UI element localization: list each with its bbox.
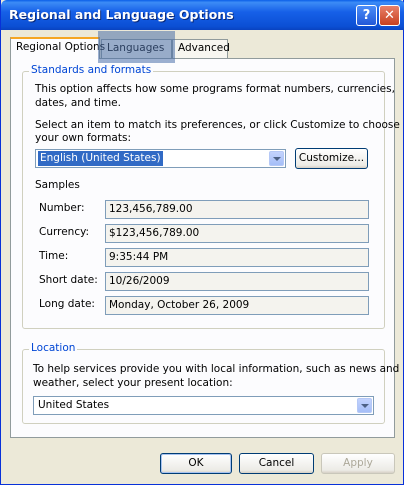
location-select-value: United States xyxy=(38,399,110,411)
tab-regional-options[interactable]: Regional Options xyxy=(10,37,105,59)
sample-label-long-date: Long date: xyxy=(39,298,95,310)
ok-button[interactable]: OK xyxy=(160,453,232,474)
cancel-button[interactable]: Cancel xyxy=(239,453,314,474)
chevron-down-icon[interactable] xyxy=(357,398,372,413)
chevron-down-icon[interactable] xyxy=(269,151,284,166)
samples-heading: Samples xyxy=(35,179,80,191)
tab-languages[interactable]: Languages xyxy=(101,39,172,58)
sample-label-currency: Currency: xyxy=(39,226,90,238)
format-select[interactable]: English (United States) xyxy=(35,149,286,168)
sample-value-long-date: Monday, October 26, 2009 xyxy=(105,296,369,315)
customize-button[interactable]: Customize... xyxy=(295,148,368,169)
sample-value-number: 123,456,789.00 xyxy=(105,200,369,219)
select-instruction-line2: your own formats: xyxy=(35,132,131,144)
format-select-value: English (United States) xyxy=(38,151,163,166)
standards-description-line2: dates, and time. xyxy=(35,97,121,109)
sample-label-number: Number: xyxy=(39,202,85,214)
close-button[interactable]: ✕ xyxy=(379,5,400,26)
location-description-line2: weather, select your present location: xyxy=(33,377,233,389)
standards-legend: Standards and formats xyxy=(29,64,154,76)
close-icon: ✕ xyxy=(384,8,395,23)
help-button[interactable]: ? xyxy=(356,5,377,26)
standards-and-formats-group: Standards and formats This option affect… xyxy=(22,64,400,329)
help-icon: ? xyxy=(362,8,371,23)
sample-value-currency: $123,456,789.00 xyxy=(105,224,369,243)
tab-panel-regional-options: Standards and formats This option affect… xyxy=(10,58,400,438)
window-title: Regional and Language Options xyxy=(9,7,234,22)
location-legend: Location xyxy=(29,342,78,354)
sample-label-time: Time: xyxy=(39,250,69,262)
tab-label: Regional Options xyxy=(16,41,106,53)
tab-label: Advanced xyxy=(178,42,230,54)
sample-value-time: 9:35:44 PM xyxy=(105,248,369,267)
tab-advanced[interactable]: Advanced xyxy=(172,39,230,58)
sample-value-short-date: 10/26/2009 xyxy=(105,272,369,291)
location-group: Location To help services provide you wi… xyxy=(22,342,399,424)
location-description-line1: To help services provide you with local … xyxy=(33,363,400,375)
location-select[interactable]: United States xyxy=(33,396,374,415)
dialog-window: Regional and Language Options ? ✕ Region… xyxy=(0,0,404,485)
apply-button[interactable]: Apply xyxy=(321,453,395,474)
tab-label: Languages xyxy=(107,42,165,54)
select-instruction-line1: Select an item to match its preferences,… xyxy=(35,119,400,131)
title-bar[interactable]: Regional and Language Options ? ✕ xyxy=(1,0,404,30)
standards-description-line1: This option affects how some programs fo… xyxy=(35,83,395,95)
sample-label-short-date: Short date: xyxy=(39,274,98,286)
